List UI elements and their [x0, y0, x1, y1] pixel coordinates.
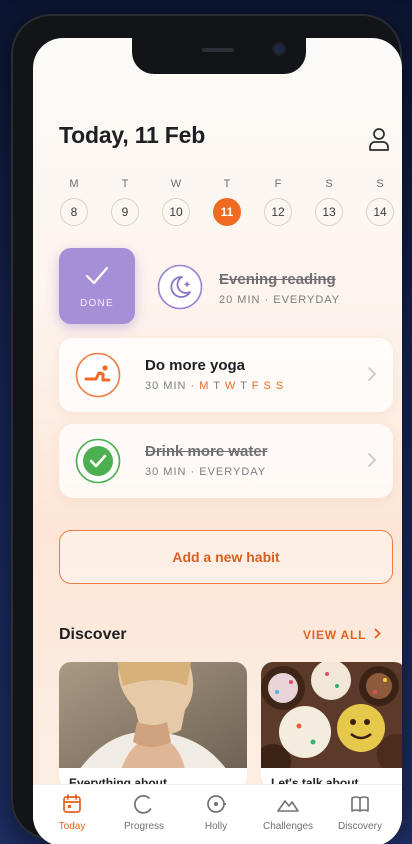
chevron-right-icon: [368, 453, 377, 467]
app-screen: Today, 11 Feb M8 T9 W 10 T 11 F 12 S 13 S 14 …: [33, 38, 402, 844]
calendar-icon: [63, 794, 81, 813]
book-icon: [351, 796, 369, 812]
day-s: S: [263, 380, 272, 392]
bottom-tab-bar: Today Progress Holly Challenges Discover…: [33, 784, 402, 844]
day-letter: F: [274, 178, 282, 190]
day-t: T: [240, 380, 248, 392]
tab-holly[interactable]: Holly: [181, 793, 251, 832]
day-number: 11: [213, 198, 241, 226]
day-number: 10: [162, 198, 190, 226]
tab-label: Holly: [204, 821, 228, 832]
day-tue[interactable]: T9: [110, 176, 140, 226]
done-action[interactable]: DONE: [59, 248, 135, 324]
day-letter: W: [170, 178, 182, 190]
woman-portrait-image: [59, 662, 247, 770]
view-all-link[interactable]: VIEW ALL: [303, 628, 382, 642]
habit-evening-reading[interactable]: Evening reading 20 MIN · EVERYDAY: [143, 252, 393, 322]
day-mon[interactable]: M8: [59, 176, 89, 226]
day-t: T: [213, 380, 221, 392]
phone-frame: Today, 11 Feb M8 T9 W 10 T 11 F 12 S 13 S 14 …: [11, 14, 402, 844]
discover-title: Discover: [59, 626, 127, 643]
tab-discovery[interactable]: Discovery: [325, 793, 395, 832]
add-habit-button[interactable]: Add a new habit: [59, 530, 393, 584]
day-number: 14: [366, 198, 394, 226]
tab-today[interactable]: Today: [37, 793, 107, 832]
day-letter: T: [121, 178, 129, 190]
tab-label: Progress: [123, 821, 164, 832]
tab-label: Today: [58, 821, 86, 832]
day-number: 9: [111, 198, 139, 226]
moon-stars-icon: [157, 264, 203, 310]
discover-card[interactable]: Let's talk about: [261, 662, 402, 788]
day-sun[interactable]: S 14: [365, 176, 395, 226]
habit-schedule: 30 MIN · EVERYDAY: [145, 466, 267, 478]
habit-name: Do more yoga: [145, 357, 246, 374]
discover-card[interactable]: Everything about: [59, 662, 247, 788]
chevron-right-icon: [368, 367, 377, 381]
day-number: 12: [264, 198, 292, 226]
day-fri[interactable]: F 12: [263, 176, 293, 226]
day-s: S: [275, 380, 285, 392]
week-strip: M8 T9 W 10 T 11 F 12 S 13 S 14: [59, 176, 395, 232]
chevron-right-icon: [374, 628, 381, 639]
day-thu-selected[interactable]: T 11: [212, 176, 242, 226]
tab-label: Discovery: [338, 821, 382, 832]
page-title: Today, 11 Feb: [59, 122, 206, 148]
holly-icon: [207, 795, 226, 813]
progress-ring-icon: [134, 795, 152, 814]
tab-progress[interactable]: Progress: [109, 793, 179, 832]
habit-schedule: 20 MIN · EVERYDAY: [219, 294, 341, 306]
view-all-label: VIEW ALL: [303, 628, 367, 642]
mountain-icon: [277, 800, 299, 812]
tab-challenges[interactable]: Challenges: [253, 793, 323, 832]
habit-name: Evening reading: [219, 271, 336, 288]
check-icon: [85, 266, 109, 285]
check-circle-icon: [75, 438, 121, 484]
day-letter: T: [223, 178, 231, 190]
speaker: [202, 48, 234, 52]
day-letter: S: [376, 178, 384, 190]
day-m: M: [199, 380, 210, 392]
day-w: W: [224, 380, 237, 392]
camera: [274, 44, 284, 54]
tab-label: Challenges: [262, 821, 314, 832]
day-sat[interactable]: S 13: [314, 176, 344, 226]
day-letter: S: [325, 178, 333, 190]
habit-do-more-yoga[interactable]: Do more yoga 30 MIN · M T W T F S S: [59, 338, 393, 412]
habit-schedule: 30 MIN · M T W T F S S: [145, 380, 284, 392]
profile-icon[interactable]: [367, 126, 391, 152]
notch: [132, 38, 306, 74]
day-number: 13: [315, 198, 343, 226]
day-number: 8: [60, 198, 88, 226]
done-label: DONE: [80, 298, 114, 309]
habit-duration: 30 MIN ·: [145, 380, 200, 392]
habit-drink-more-water[interactable]: Drink more water 30 MIN · EVERYDAY: [59, 424, 393, 498]
yoga-icon: [75, 352, 121, 398]
day-f: F: [251, 380, 260, 392]
day-letter: M: [69, 178, 79, 190]
cookies-image: [261, 662, 402, 770]
habit-name: Drink more water: [145, 443, 268, 460]
day-wed[interactable]: W 10: [161, 176, 191, 226]
